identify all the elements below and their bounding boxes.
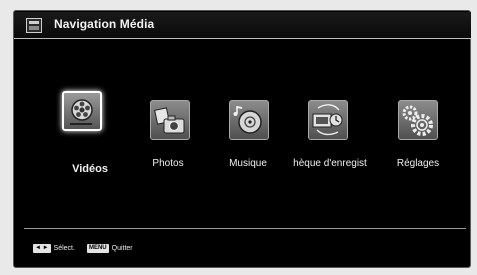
menu-label-musique: Musique <box>229 158 267 169</box>
menu-item-recordings[interactable] <box>308 100 348 140</box>
menu-item-reglages[interactable] <box>398 100 438 140</box>
footer-help: ◄ ► Sélect. MENU Quitter <box>33 242 133 254</box>
film-reel-icon <box>70 99 93 125</box>
menu-label-reglages: Réglages <box>396 158 440 169</box>
recording-library-icon <box>312 104 343 136</box>
media-browser-icon <box>26 18 42 33</box>
quit-hint: Quitter <box>111 244 133 252</box>
menu-label-recordings: hèque d'enregist <box>293 158 367 169</box>
menu-item-musique[interactable] <box>229 100 269 140</box>
menu-item-photos[interactable] <box>150 100 190 140</box>
title-bar: Navigation Média <box>14 12 471 39</box>
music-disc-icon <box>233 106 262 134</box>
left-right-arrows-key: ◄ ► <box>33 243 51 253</box>
menu-label-videos: Vidéos <box>72 163 108 175</box>
menu-label-photos: Photos <box>152 158 184 169</box>
page-title: Navigation Média <box>54 17 155 31</box>
menu-item-videos[interactable] <box>62 91 102 131</box>
select-hint: Sélect. <box>53 244 75 252</box>
camera-photos-icon <box>154 107 185 134</box>
footer-divider <box>24 228 466 229</box>
settings-gears-icon <box>402 105 433 136</box>
menu-key: MENU <box>86 243 109 253</box>
